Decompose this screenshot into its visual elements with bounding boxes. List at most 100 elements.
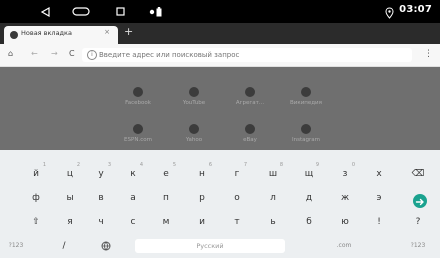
tab-title: Новая вкладка: [21, 29, 72, 37]
key-label: с: [130, 217, 136, 227]
shortcut-tile[interactable]: Википедия: [280, 85, 332, 119]
key[interactable]: н6: [188, 162, 216, 185]
space-key[interactable]: Русский: [135, 239, 285, 253]
key[interactable]: л: [259, 187, 287, 209]
key-label: т: [234, 217, 240, 227]
key[interactable]: ц2: [56, 162, 84, 185]
site-icon: [301, 124, 311, 134]
key-label: з: [342, 169, 348, 179]
key-label: ф: [32, 193, 40, 203]
key-label: щ: [304, 169, 314, 179]
reload-icon[interactable]: C: [69, 49, 75, 58]
key-label: я: [67, 217, 73, 227]
shift-icon: ⇧: [32, 217, 40, 227]
key[interactable]: г7: [223, 162, 251, 185]
clock: 03:07: [399, 4, 432, 15]
key[interactable]: ф: [22, 187, 50, 209]
shortcut-tile[interactable]: YouTube: [168, 85, 220, 119]
key[interactable]: е5: [152, 162, 180, 185]
key[interactable]: х: [365, 163, 393, 185]
backspace-key[interactable]: ⌫: [404, 163, 432, 185]
key[interactable]: !: [365, 211, 393, 233]
key-label: и: [199, 217, 205, 227]
key[interactable]: р: [188, 187, 216, 209]
shortcut-label: Facebook: [125, 100, 151, 106]
shortcut-label: eBay: [243, 137, 257, 143]
key-label: э: [376, 193, 382, 203]
key-label: о: [234, 193, 240, 203]
key[interactable]: д: [295, 187, 323, 209]
new-tab-button[interactable]: +: [124, 25, 133, 38]
key-label: ?: [415, 217, 421, 227]
key[interactable]: я: [56, 211, 84, 233]
key[interactable]: ч: [87, 211, 115, 233]
key-hint: 3: [107, 162, 111, 168]
key[interactable]: ы: [56, 187, 84, 209]
address-input[interactable]: [99, 48, 399, 62]
shortcut-tile[interactable]: Агрегат...: [224, 85, 276, 119]
back-nav-icon[interactable]: [38, 4, 52, 19]
tab-new-tab[interactable]: Новая вкладка ×: [4, 26, 118, 44]
key[interactable]: м: [152, 211, 180, 233]
key[interactable]: ь: [259, 211, 287, 233]
shortcut-label: ESPN.com: [124, 137, 152, 143]
key[interactable]: и: [188, 211, 216, 233]
key-label: н: [199, 169, 205, 179]
key-label: п: [163, 193, 169, 203]
key-label: !: [377, 217, 381, 227]
key[interactable]: п: [152, 187, 180, 209]
key-hint: 0: [351, 162, 355, 168]
home-nav-icon[interactable]: [71, 4, 91, 19]
shortcut-label: YouTube: [182, 100, 206, 106]
recents-nav-icon[interactable]: [114, 4, 126, 19]
key[interactable]: б: [295, 211, 323, 233]
slash-key[interactable]: /: [50, 235, 78, 257]
key[interactable]: к4: [119, 162, 147, 185]
key-label: в: [98, 193, 104, 203]
info-icon[interactable]: i: [87, 50, 97, 60]
onscreen-keyboard: й1 ц2 у3 к4 е5 н6 г7 ш8 щ9 з0 х ⌫ ф ы в …: [0, 150, 440, 258]
dotcom-key[interactable]: .com: [330, 235, 358, 257]
symbols-key-right[interactable]: ?123: [404, 235, 432, 257]
address-bar[interactable]: i: [82, 48, 412, 62]
symbols-key[interactable]: ?123: [2, 235, 30, 257]
shortcut-label: Yahoo: [185, 137, 203, 143]
key-label: ч: [98, 217, 104, 227]
menu-icon[interactable]: ⋮: [424, 49, 433, 59]
key[interactable]: й1: [22, 162, 50, 185]
battery-icon: [154, 4, 164, 19]
forward-arrow-icon[interactable]: →: [51, 49, 58, 58]
key[interactable]: в: [87, 187, 115, 209]
key-label: а: [130, 193, 136, 203]
site-icon: [301, 87, 311, 97]
home-icon[interactable]: ⌂: [8, 49, 13, 58]
shortcut-label: Instagram: [292, 137, 320, 143]
key[interactable]: ж: [331, 187, 359, 209]
key[interactable]: щ9: [295, 162, 323, 185]
key-hint: 7: [243, 162, 247, 168]
key[interactable]: з0: [331, 162, 359, 185]
close-tab-icon[interactable]: ×: [104, 28, 110, 36]
key[interactable]: э: [365, 187, 393, 209]
site-icon: [133, 87, 143, 97]
key[interactable]: а: [119, 187, 147, 209]
key[interactable]: т: [223, 211, 251, 233]
back-arrow-icon[interactable]: ←: [31, 49, 38, 58]
shortcut-label: Агрегат...: [235, 100, 265, 106]
key[interactable]: ?: [404, 211, 432, 233]
key[interactable]: ш8: [259, 162, 287, 185]
emoji-key[interactable]: [92, 235, 120, 257]
key-label: ы: [66, 193, 74, 203]
site-icon: [189, 87, 199, 97]
key[interactable]: ю: [331, 211, 359, 233]
key[interactable]: о: [223, 187, 251, 209]
arrow-right-icon: [415, 198, 424, 206]
key[interactable]: с: [119, 211, 147, 233]
key[interactable]: у3: [87, 162, 115, 185]
key-label: у: [98, 169, 104, 179]
key-label: г: [234, 169, 240, 179]
enter-key[interactable]: [413, 194, 427, 208]
key-hint: 8: [279, 162, 283, 168]
shift-key[interactable]: ⇧: [22, 211, 50, 233]
shortcut-tile[interactable]: Facebook: [112, 85, 164, 119]
